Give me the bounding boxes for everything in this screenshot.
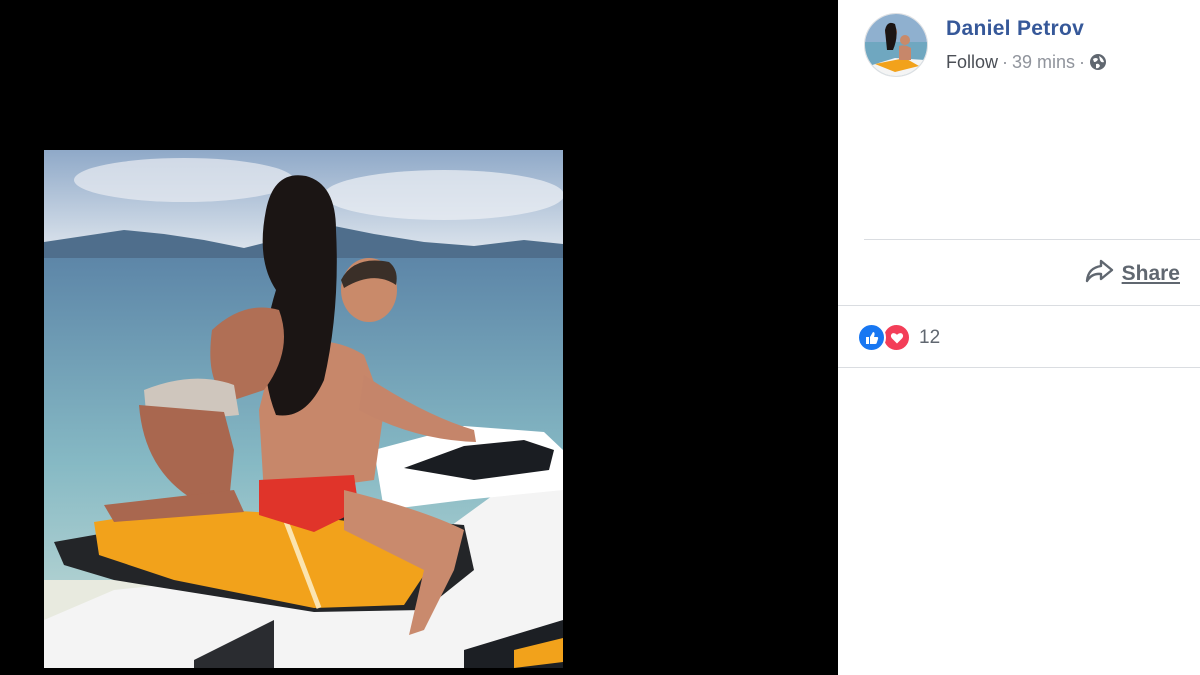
share-arrow-icon [1084,258,1114,290]
section-divider [838,305,1200,306]
post-photo[interactable] [44,150,563,668]
meta-separator: · [1002,52,1009,72]
like-icon [857,323,886,352]
meta-separator: · [1079,52,1086,72]
share-label: Share [1121,262,1180,285]
love-icon [882,323,911,352]
post-meta: Follow · 39 mins · [946,52,1107,76]
reactions-summary[interactable]: 12 [857,323,940,352]
post-timestamp[interactable]: 39 mins [1012,52,1075,72]
post-side-panel: Daniel Petrov Follow · 39 mins · Share 1… [838,0,1200,675]
section-divider [864,239,1200,240]
share-button[interactable]: Share [1084,258,1180,290]
section-divider [838,367,1200,368]
photo-viewer [0,0,838,675]
author-avatar[interactable] [864,13,928,77]
reaction-count: 12 [919,326,941,348]
globe-icon [1089,53,1107,76]
follow-link[interactable]: Follow [946,52,998,72]
author-name-link[interactable]: Daniel Petrov [946,17,1084,41]
